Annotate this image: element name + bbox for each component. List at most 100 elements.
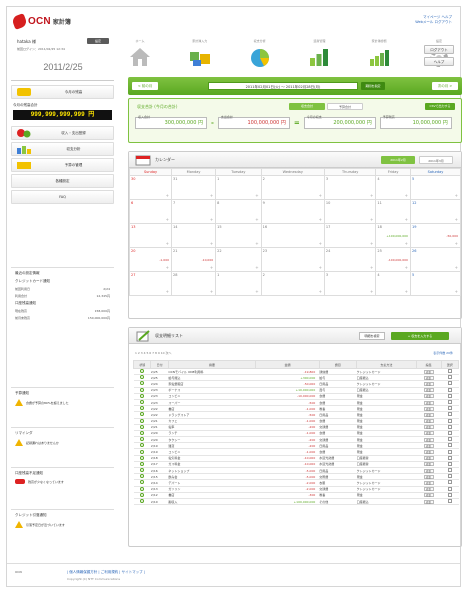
- add-entry-icon[interactable]: +: [210, 265, 213, 270]
- calendar-tab-current[interactable]: 2011年2月: [381, 156, 415, 164]
- column-header[interactable]: 編集: [415, 360, 442, 369]
- calendar-cell[interactable]: 10 +: [323, 199, 377, 224]
- add-entry-button[interactable]: + 収支を入力する: [391, 332, 449, 340]
- analysis-button[interactable]: 収支分析: [11, 142, 114, 156]
- period-range[interactable]: 2011年02月01日(火) ～ 2011年02月28日(月): [208, 82, 358, 90]
- edit-button[interactable]: 修正: [423, 499, 434, 504]
- add-entry-icon[interactable]: +: [166, 241, 169, 246]
- edit-button[interactable]: 修正: [423, 462, 434, 467]
- row-checkbox[interactable]: [447, 412, 452, 417]
- add-entry-icon[interactable]: +: [319, 217, 322, 222]
- edit-button[interactable]: 修正: [423, 456, 434, 461]
- column-header[interactable]: 費目: [318, 360, 358, 369]
- add-entry-icon[interactable]: +: [210, 241, 213, 246]
- edit-button[interactable]: 修正: [423, 487, 434, 492]
- add-entry-icon[interactable]: +: [405, 265, 408, 270]
- calendar-cell[interactable]: 25 -100,000,000 +: [375, 247, 411, 272]
- row-checkbox[interactable]: [447, 449, 452, 454]
- calendar-cell[interactable]: 7 +: [171, 199, 217, 224]
- nav-home[interactable]: ホーム: [121, 39, 159, 73]
- logo[interactable]: OCN 家計簿: [11, 13, 71, 30]
- add-entry-icon[interactable]: +: [370, 241, 373, 246]
- add-entry-icon[interactable]: +: [455, 193, 458, 198]
- add-entry-icon[interactable]: +: [370, 193, 373, 198]
- row-checkbox[interactable]: [447, 443, 452, 448]
- row-checkbox[interactable]: [447, 461, 452, 466]
- edit-button[interactable]: 修正: [423, 431, 434, 436]
- add-entry-icon[interactable]: +: [370, 289, 373, 294]
- add-entry-icon[interactable]: +: [319, 241, 322, 246]
- info1-title[interactable]: クレジットカード通知: [15, 279, 110, 284]
- calendar-cell[interactable]: 22 +: [215, 247, 262, 272]
- column-header[interactable]: 状態: [132, 360, 152, 369]
- header-link-2[interactable]: Webメール ログアウト: [415, 20, 452, 25]
- edit-button[interactable]: 修正: [423, 419, 434, 424]
- add-entry-icon[interactable]: +: [319, 289, 322, 294]
- row-checkbox[interactable]: [447, 492, 452, 497]
- edit-button[interactable]: 修正: [423, 443, 434, 448]
- footer-links[interactable]: | 個人情報保護方針 | ご利用規約 | サイトマップ |: [67, 570, 145, 575]
- inout-button[interactable]: 収入・支出登録: [11, 126, 114, 140]
- nav-diagnosis[interactable]: 家計簿診断: [360, 39, 398, 73]
- add-entry-icon[interactable]: +: [405, 193, 408, 198]
- warn3-title[interactable]: 口座残高不足通知: [15, 471, 110, 476]
- calendar-cell[interactable]: 3 +: [323, 271, 377, 296]
- add-entry-icon[interactable]: +: [405, 241, 408, 246]
- calendar-cell[interactable]: 15 +: [215, 223, 262, 248]
- edit-button[interactable]: 修正: [423, 468, 434, 473]
- column-header[interactable]: 日付: [150, 360, 169, 369]
- calendar-cell[interactable]: 5 +: [409, 175, 462, 200]
- calendar-cell[interactable]: 1 +: [215, 175, 262, 200]
- table-row[interactable]: 2/10 副収入 +100,000,000 その他 口座振込 修正: [133, 498, 459, 506]
- calendar-cell[interactable]: 4 +: [375, 271, 411, 296]
- add-entry-icon[interactable]: +: [166, 193, 169, 198]
- nav-entry[interactable]: 家計簿入力: [181, 39, 219, 73]
- calendar-cell[interactable]: 27 +: [128, 271, 173, 296]
- add-entry-icon[interactable]: +: [166, 217, 169, 222]
- row-checkbox[interactable]: [447, 499, 452, 504]
- column-header[interactable]: 金額: [255, 360, 320, 369]
- nav-analysis[interactable]: 収支分析: [241, 39, 279, 73]
- warn4-title[interactable]: クレジット引落通知: [15, 513, 110, 518]
- edit-button[interactable]: 修正: [423, 493, 434, 498]
- row-checkbox[interactable]: [447, 406, 452, 411]
- edit-button[interactable]: 修正: [423, 369, 434, 374]
- add-entry-icon[interactable]: +: [370, 217, 373, 222]
- calendar-cell[interactable]: 2 +: [260, 271, 325, 296]
- row-checkbox[interactable]: [447, 480, 452, 485]
- row-checkbox[interactable]: [447, 437, 452, 442]
- settings-button[interactable]: 各種設定: [11, 174, 114, 188]
- calendar-cell[interactable]: 6 +: [128, 199, 173, 224]
- calendar-cell[interactable]: 14 +: [171, 223, 217, 248]
- period-go-button[interactable]: 期間を指定: [361, 82, 385, 90]
- add-entry-icon[interactable]: +: [166, 265, 169, 270]
- calendar-cell[interactable]: 19 -50,000 +: [409, 223, 462, 248]
- search-button[interactable]: 明細を検索: [359, 332, 385, 340]
- faq-button[interactable]: FAQ: [11, 190, 114, 204]
- row-checkbox[interactable]: [447, 387, 452, 392]
- calendar-cell[interactable]: 2 +: [260, 175, 325, 200]
- calendar-cell[interactable]: 8 +: [215, 199, 262, 224]
- wallet-button[interactable]: 今月の残高: [11, 85, 114, 99]
- prev-month-button[interactable]: < 前の月: [132, 82, 158, 90]
- page-size[interactable]: 表示件数 20件: [433, 351, 453, 355]
- tab-totals[interactable]: 収支合計: [289, 103, 325, 110]
- nav-assets[interactable]: 資産管理: [300, 39, 338, 73]
- calendar-cell[interactable]: 30 +: [128, 175, 173, 200]
- row-checkbox[interactable]: [447, 369, 452, 374]
- calendar-tab-next[interactable]: 2011年3月: [419, 156, 453, 164]
- column-header[interactable]: 摘要: [167, 360, 257, 369]
- calendar-cell[interactable]: 24 +: [323, 247, 377, 272]
- add-entry-icon[interactable]: +: [455, 241, 458, 246]
- user-settings-button[interactable]: 設定: [87, 38, 109, 44]
- add-entry-icon[interactable]: +: [255, 217, 258, 222]
- next-month-button[interactable]: 次の月 >: [432, 82, 458, 90]
- row-checkbox[interactable]: [447, 381, 452, 386]
- edit-button[interactable]: 修正: [423, 474, 434, 479]
- add-entry-icon[interactable]: +: [455, 289, 458, 294]
- edit-button[interactable]: 修正: [423, 381, 434, 386]
- edit-button[interactable]: 修正: [423, 412, 434, 417]
- add-entry-icon[interactable]: +: [166, 289, 169, 294]
- edit-button[interactable]: 修正: [423, 425, 434, 430]
- row-checkbox[interactable]: [447, 455, 452, 460]
